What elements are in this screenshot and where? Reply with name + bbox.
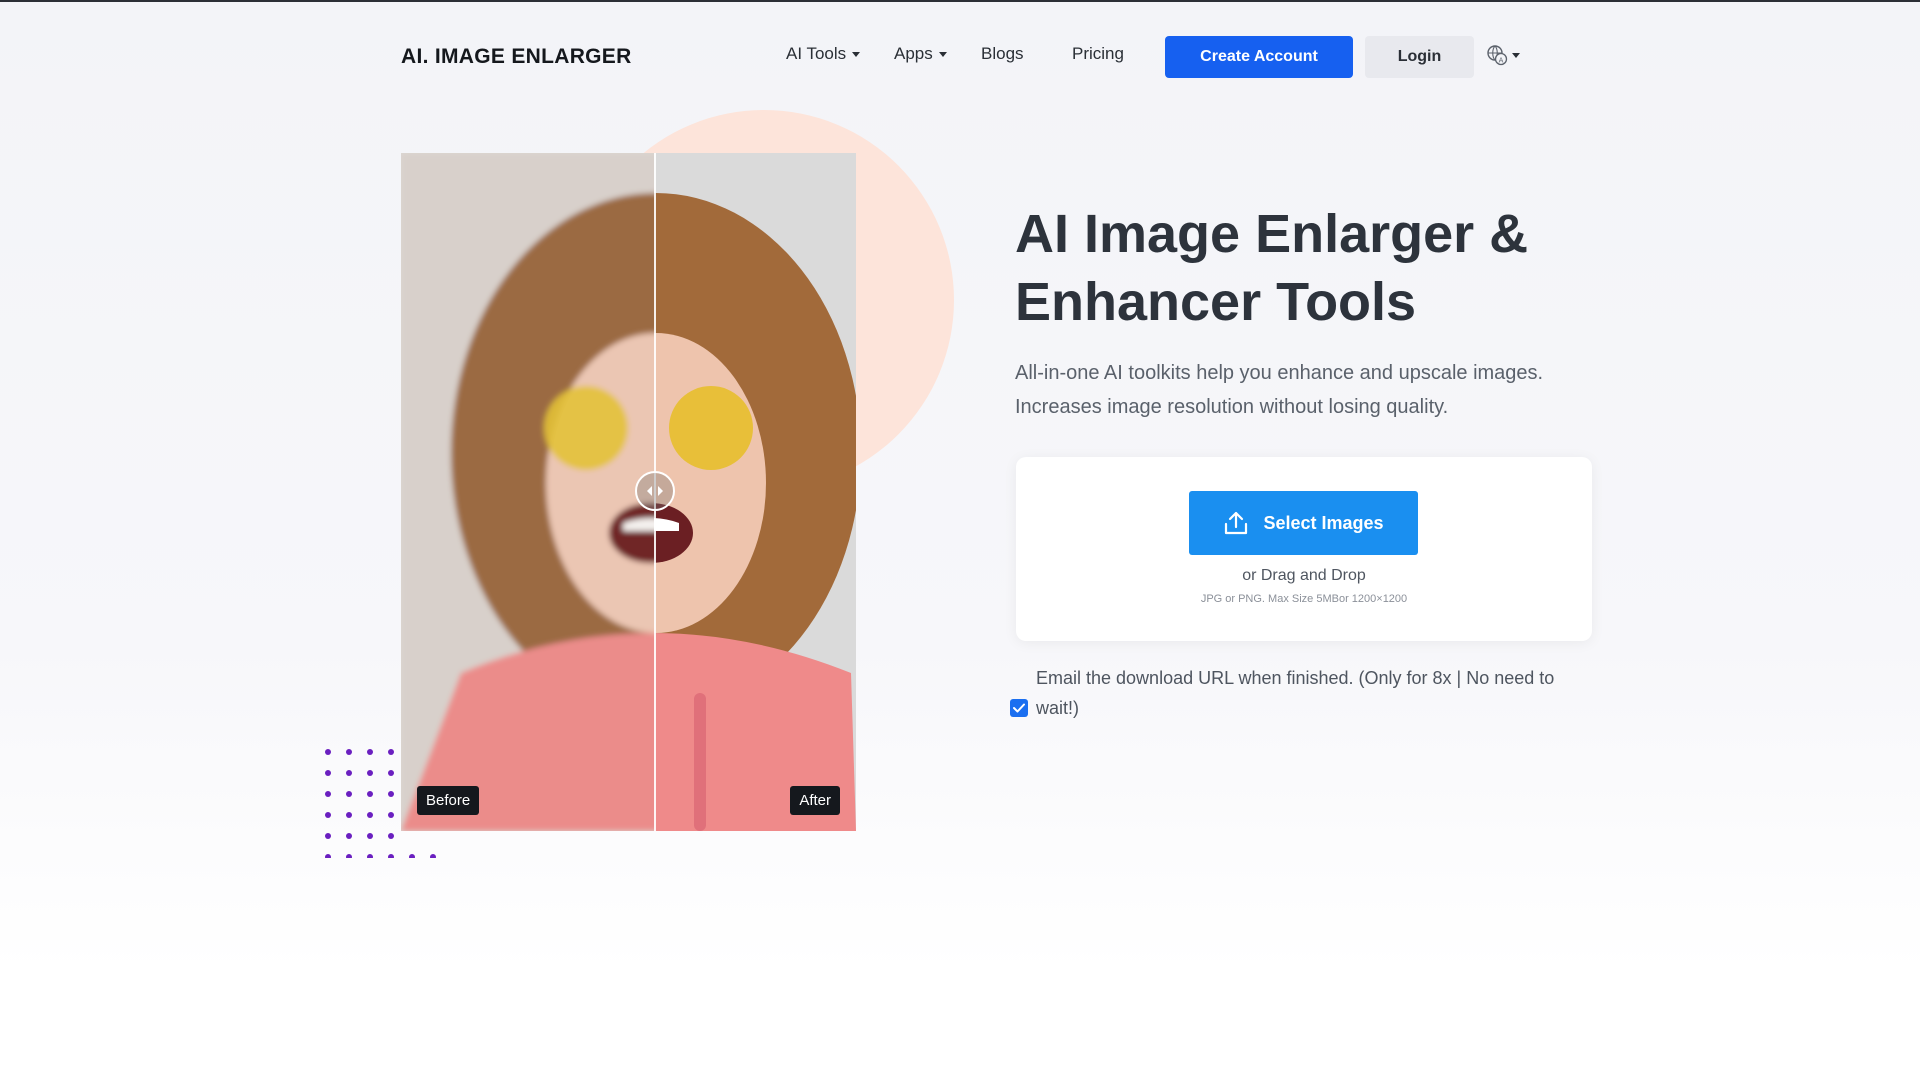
nav-apps[interactable]: Apps [894, 44, 947, 64]
decorative-dot [388, 812, 394, 818]
decorative-dot [367, 854, 373, 858]
decorative-dot [388, 791, 394, 797]
decorative-dot [325, 791, 331, 797]
upload-hint: JPG or PNG. Max Size 5MBor 1200×1200 [1200, 593, 1408, 605]
create-account-button[interactable]: Create Account [1165, 36, 1353, 78]
decorative-dot [325, 854, 331, 858]
language-selector[interactable]: A [1486, 44, 1520, 66]
globe-translate-icon: A [1487, 45, 1508, 66]
decorative-dot [346, 749, 352, 755]
portrait-image [401, 153, 856, 831]
nav-pricing-label: Pricing [1072, 44, 1124, 63]
page-subtitle: All-in-one AI toolkits help you enhance … [1015, 356, 1615, 424]
title-line-2: Enhancer Tools [1015, 272, 1417, 332]
subtitle-line-2: Increases image resolution without losin… [1015, 396, 1449, 418]
decorative-dot [388, 854, 394, 858]
decorative-dot [325, 833, 331, 839]
page-title: AI Image Enlarger & Enhancer Tools [1015, 200, 1615, 336]
decorative-dot [409, 854, 415, 858]
decorative-dot [325, 812, 331, 818]
decorative-dot [367, 749, 373, 755]
select-images-button[interactable]: Select Images [1189, 491, 1418, 555]
decorative-dot [346, 812, 352, 818]
decorative-dot [388, 749, 394, 755]
decorative-dot [388, 770, 394, 776]
after-label: After [790, 786, 840, 815]
subtitle-line-1: All-in-one AI toolkits help you enhance … [1015, 362, 1544, 384]
drag-drop-text: or Drag and Drop [1242, 567, 1366, 584]
before-label: Before [417, 786, 480, 815]
login-button[interactable]: Login [1365, 36, 1474, 78]
decorative-dot [346, 854, 352, 858]
upload-icon [1225, 511, 1248, 535]
chevron-down-icon [852, 51, 861, 57]
upload-dropzone[interactable]: Select Images or Drag and Drop JPG or PN… [1016, 457, 1592, 641]
chevron-down-icon [938, 51, 947, 57]
title-line-1: AI Image Enlarger & [1015, 204, 1529, 264]
nav-ai-tools[interactable]: AI Tools [786, 44, 861, 64]
checkmark-icon [1013, 703, 1025, 713]
decorative-dot [346, 791, 352, 797]
nav-apps-label: Apps [894, 44, 933, 63]
site-logo[interactable]: AI. IMAGE ENLARGER [401, 45, 632, 69]
select-images-label: Select Images [1263, 512, 1384, 533]
nav-ai-tools-label: AI Tools [786, 44, 847, 63]
email-option-label[interactable]: Email the download URL when finished. (O… [1036, 663, 1600, 723]
email-checkbox[interactable] [1010, 699, 1028, 717]
decorative-dot [388, 833, 394, 839]
decorative-dot [346, 770, 352, 776]
decorative-dot [430, 854, 436, 858]
decorative-dot [367, 770, 373, 776]
decorative-dot [346, 833, 352, 839]
svg-text:A: A [1499, 56, 1504, 64]
decorative-dot [367, 791, 373, 797]
decorative-dot [325, 749, 331, 755]
decorative-dot [367, 812, 373, 818]
nav-pricing[interactable]: Pricing [1072, 44, 1124, 64]
decorative-dot [367, 833, 373, 839]
decorative-dot [325, 770, 331, 776]
left-right-arrows-icon[interactable] [635, 471, 675, 511]
before-after-comparison[interactable]: Before After [401, 153, 856, 831]
nav-blogs-label: Blogs [981, 44, 1024, 63]
top-border [0, 0, 1920, 2]
chevron-down-icon [1512, 52, 1520, 58]
nav-blogs[interactable]: Blogs [981, 44, 1024, 64]
